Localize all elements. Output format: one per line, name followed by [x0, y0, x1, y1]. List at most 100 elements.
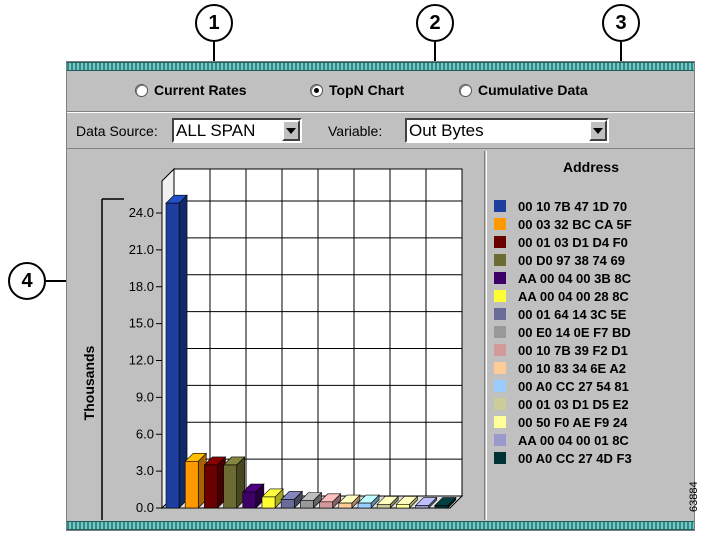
- variable-label: Variable:: [328, 123, 383, 139]
- legend-swatch: [494, 218, 506, 230]
- data-source-label: Data Source:: [76, 123, 158, 139]
- topn-window: Current Rates TopN Chart Cumulative Data…: [66, 61, 695, 531]
- legend-address: 00 E0 14 0E F7 BD: [518, 324, 631, 340]
- y-tick-label: 18.0: [129, 279, 154, 294]
- legend-item: 00 01 03 D1 D5 E2: [494, 395, 632, 413]
- figure-id: 63884: [688, 481, 700, 512]
- bottom-stripe: [67, 521, 694, 530]
- legend-address: 00 01 64 14 3C 5E: [518, 306, 627, 322]
- chart-panel: 24.0 21.0 18.0 15.0 12.0 9.0 6.0 3.0 0.0 Thousan…: [67, 151, 485, 523]
- legend-item: 00 D0 97 38 74 69: [494, 251, 632, 269]
- y-tick-label: 12.0: [129, 353, 154, 368]
- legend-swatch: [494, 434, 506, 446]
- radio-cumulative-data[interactable]: Cumulative Data: [459, 82, 588, 98]
- chevron-down-icon: [593, 127, 603, 134]
- bar-8: [300, 500, 314, 509]
- data-source-dropdown-button[interactable]: [282, 120, 300, 141]
- legend-swatch: [494, 452, 506, 464]
- legend-list: 00 10 7B 47 1D 70 00 03 32 BC CA 5F 00 01 …: [494, 197, 632, 467]
- callout-3: 3: [602, 4, 640, 42]
- legend-swatch: [494, 308, 506, 320]
- legend-address: AA 00 04 00 01 8C: [518, 432, 629, 448]
- legend-address: 00 03 32 BC CA 5F: [518, 216, 632, 232]
- controls-row: Data Source: ALL SPAN Variable: Out Byte…: [67, 111, 694, 149]
- title-stripe: [67, 62, 694, 71]
- legend-swatch: [494, 200, 506, 212]
- legend-item: 00 01 03 D1 D4 F0: [494, 233, 632, 251]
- legend-address: 00 10 7B 39 F2 D1: [518, 342, 628, 358]
- legend-swatch: [494, 416, 506, 428]
- bar-7: [280, 499, 295, 509]
- legend-item: AA 00 04 00 28 8C: [494, 287, 632, 305]
- legend-swatch: [494, 380, 506, 392]
- legend-address: 00 A0 CC 27 54 81: [518, 378, 629, 394]
- legend-address: 00 A0 CC 27 4D F3: [518, 450, 632, 466]
- bar-11: [357, 502, 372, 509]
- legend-address: 00 01 03 D1 D4 F0: [518, 234, 628, 250]
- legend-address: 00 10 83 34 6E A2: [518, 360, 626, 376]
- legend-swatch: [494, 254, 506, 266]
- legend-swatch: [494, 398, 506, 410]
- bar-4: [223, 464, 237, 509]
- bar-1: [165, 202, 180, 509]
- chevron-down-icon: [286, 127, 296, 134]
- y-axis: 24.0 21.0 18.0 15.0 12.0 9.0 6.0 3.0 0.0: [101, 198, 162, 523]
- radio-label-current-rates: Current Rates: [154, 82, 247, 98]
- legend-address: 00 D0 97 38 74 69: [518, 252, 625, 268]
- legend-item: 00 01 64 14 3C 5E: [494, 305, 632, 323]
- y-tick-label: 9.0: [136, 389, 154, 404]
- variable-dropdown-button[interactable]: [589, 120, 607, 141]
- bar-15: [434, 505, 449, 509]
- legend-swatch: [494, 326, 506, 338]
- legend-item: AA 00 04 00 3B 8C: [494, 269, 632, 287]
- legend-address: 00 50 F0 AE F9 24: [518, 414, 628, 430]
- legend-swatch: [494, 236, 506, 248]
- radio-current-rates[interactable]: Current Rates: [135, 82, 247, 98]
- legend-item: 00 A0 CC 27 4D F3: [494, 449, 632, 467]
- bar-14: [415, 505, 429, 509]
- bar-9: [319, 501, 333, 509]
- legend-swatch: [494, 344, 506, 356]
- data-source-value: ALL SPAN: [176, 121, 256, 140]
- view-options: Current Rates TopN Chart Cumulative Data: [67, 82, 694, 104]
- legend-panel: Address 00 10 7B 47 1D 70 00 03 32 BC CA …: [486, 151, 695, 520]
- legend-item: 00 50 F0 AE F9 24: [494, 413, 632, 431]
- radio-circle-cumulative-data[interactable]: [459, 83, 472, 97]
- legend-item: 00 03 32 BC CA 5F: [494, 215, 632, 233]
- legend-swatch: [494, 272, 506, 284]
- legend-item: 00 10 7B 47 1D 70: [494, 197, 632, 215]
- y-axis-label: Thousands: [81, 345, 97, 420]
- variable-select[interactable]: Out Bytes: [405, 118, 609, 143]
- bar-5: [242, 491, 257, 509]
- callout-2: 2: [416, 4, 454, 42]
- y-tick-label: 6.0: [136, 426, 154, 441]
- y-tick-label: 24.0: [129, 205, 154, 220]
- legend-swatch: [494, 362, 506, 374]
- bar-6: [261, 496, 276, 509]
- topn-bar-chart: 24.0 21.0 18.0 15.0 12.0 9.0 6.0 3.0 0.0 Thousan…: [81, 167, 464, 523]
- radio-circle-current-rates[interactable]: [135, 83, 148, 97]
- legend-title: Address: [562, 159, 620, 175]
- bar-10: [338, 502, 353, 509]
- radio-topn-chart[interactable]: TopN Chart: [310, 82, 404, 98]
- legend-swatch: [494, 290, 506, 302]
- bar-12: [376, 504, 391, 509]
- y-tick-label: 15.0: [129, 316, 154, 331]
- bar-3: [204, 464, 218, 509]
- radio-circle-topn-chart[interactable]: [310, 83, 323, 97]
- callout-1: 1: [195, 4, 233, 42]
- legend-address: 00 10 7B 47 1D 70: [518, 198, 628, 214]
- legend-address: 00 01 03 D1 D5 E2: [518, 396, 629, 412]
- legend-item: 00 E0 14 0E F7 BD: [494, 323, 632, 341]
- legend-item: 00 A0 CC 27 54 81: [494, 377, 632, 395]
- y-tick-label: 0.0: [136, 500, 154, 515]
- legend-item: 00 10 83 34 6E A2: [494, 359, 632, 377]
- legend-address: AA 00 04 00 3B 8C: [518, 270, 631, 286]
- chart-grid: [160, 167, 464, 510]
- y-tick-label: 21.0: [129, 242, 154, 257]
- legend-item: 00 10 7B 39 F2 D1: [494, 341, 632, 359]
- data-source-select[interactable]: ALL SPAN: [172, 118, 302, 143]
- legend-address: AA 00 04 00 28 8C: [518, 288, 629, 304]
- bar-13: [396, 504, 410, 509]
- y-tick-label: 3.0: [136, 463, 154, 478]
